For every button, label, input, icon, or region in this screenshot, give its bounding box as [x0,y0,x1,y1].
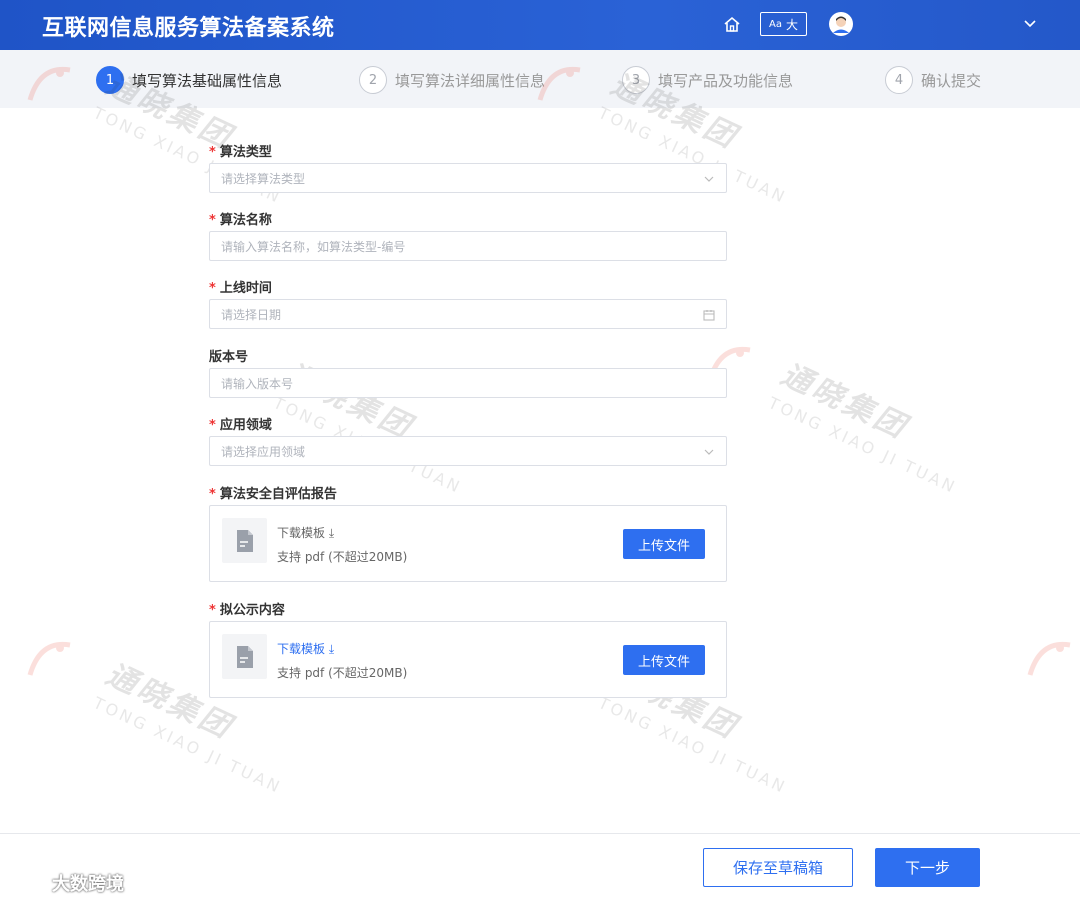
version-input[interactable]: 请输入版本号 [209,368,727,398]
chevron-down-icon[interactable] [1022,16,1038,32]
launch-date-placeholder: 请选择日期 [221,307,282,322]
calendar-icon [703,310,715,321]
upload-file-button[interactable]: 上传文件 [623,529,705,559]
file-icon [222,518,267,563]
file-icon [222,634,267,679]
required-mark: * [209,418,216,433]
algorithm-type-select[interactable]: 请选择算法类型 [209,163,727,193]
step-1: 1 填写算法基础属性信息 [96,66,282,94]
home-icon[interactable] [722,15,742,35]
required-mark: * [209,603,216,618]
version-label: 版本号 [209,350,249,365]
font-small-label: Aa [769,18,782,30]
self-assessment-label: * 算法安全自评估报告 [209,487,337,502]
steps-bar: 1 填写算法基础属性信息 2 填写算法详细属性信息 3 填写产品及功能信息 4 … [0,50,1080,108]
download-template-link[interactable]: 下载模板 ⤓ [277,524,334,541]
step-label: 填写产品及功能信息 [658,71,794,90]
download-icon: ⤓ [328,642,335,656]
algorithm-name-label: * 算法名称 [209,213,272,228]
launch-time-label: * 上线时间 [209,281,272,296]
step-label: 填写算法基础属性信息 [132,71,283,90]
algorithm-type-placeholder: 请选择算法类型 [221,171,306,186]
step-label: 填写算法详细属性信息 [395,71,546,90]
step-number: 3 [622,66,650,94]
watermark-logo-icon [27,641,71,676]
download-icon: ⤓ [328,526,335,540]
step-label: 确认提交 [921,71,982,90]
user-avatar-icon[interactable] [829,12,853,36]
watermark-logo-icon [1027,641,1071,676]
app-header: 互联网信息服务算法备案系统 Aa 大 [0,0,1080,50]
algorithm-name-placeholder: 请输入算法名称，如算法类型-编号 [221,239,406,254]
launch-date-picker[interactable]: 请选择日期 [209,299,727,329]
application-domain-label: * 应用领域 [209,418,272,433]
step-number: 4 [885,66,913,94]
step-number: 1 [96,66,124,94]
font-size-toggle[interactable]: Aa 大 [760,12,807,36]
save-draft-button[interactable]: 保存至草稿箱 [703,848,853,887]
step-3: 3 填写产品及功能信息 [622,66,793,94]
required-mark: * [209,487,216,502]
upload-file-button[interactable]: 上传文件 [623,645,705,675]
chevron-down-icon [704,449,714,455]
public-content-upload: 下载模板 ⤓ 支持 pdf (不超过20MB) 上传文件 [209,621,727,698]
next-step-button[interactable]: 下一步 [875,848,980,887]
self-assessment-upload: 下载模板 ⤓ 支持 pdf (不超过20MB) 上传文件 [209,505,727,582]
source-logo-icon [9,875,44,891]
required-mark: * [209,145,216,160]
app-title: 互联网信息服务算法备案系统 [42,16,335,41]
file-hint: 支持 pdf (不超过20MB) [277,550,408,564]
font-large-label: 大 [785,17,798,32]
algorithm-type-label: * 算法类型 [209,145,272,160]
version-placeholder: 请输入版本号 [221,376,294,391]
required-mark: * [209,281,216,296]
step-number: 2 [359,66,387,94]
application-domain-select[interactable]: 请选择应用领域 [209,436,727,466]
source-watermark: 大数跨境 [8,870,124,896]
watermark: 通晓集团TONG XIAO JI TUAN [765,356,960,498]
application-domain-placeholder: 请选择应用领域 [221,444,306,459]
download-template-link[interactable]: 下载模板 ⤓ [277,640,334,657]
required-mark: * [209,213,216,228]
public-content-label: * 拟公示内容 [209,603,285,618]
step-4: 4 确认提交 [885,66,981,94]
file-hint: 支持 pdf (不超过20MB) [277,666,408,680]
step-2: 2 填写算法详细属性信息 [359,66,545,94]
footer-divider [0,833,1080,834]
chevron-down-icon [704,176,714,182]
algorithm-name-input[interactable]: 请输入算法名称，如算法类型-编号 [209,231,727,261]
